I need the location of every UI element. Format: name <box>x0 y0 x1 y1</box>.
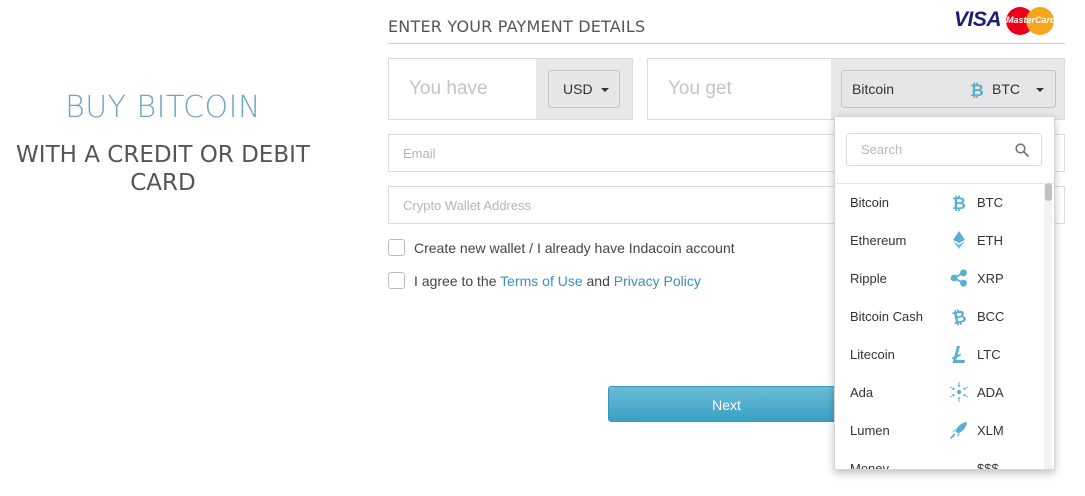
you-get-input[interactable]: You get <box>668 78 732 100</box>
hero-subtitle: WITH A CREDIT OR DEBIT CARD <box>16 142 310 196</box>
bitcoin-cash-icon: ₿ <box>949 306 969 329</box>
currency-option[interactable]: Ada ADA <box>835 373 1045 411</box>
ripple-icon <box>949 268 969 288</box>
currency-option[interactable]: Ripple XRP <box>835 259 1045 297</box>
dropdown-search <box>846 133 1042 166</box>
currency-option-name: Bitcoin <box>850 195 890 210</box>
search-icon <box>1015 143 1029 157</box>
hero-title: BUY BITCOIN <box>65 90 261 125</box>
currency-option-code: $$$ <box>977 461 999 470</box>
currency-option[interactable]: Litecoin LTC <box>835 335 1045 373</box>
currency-option-code: ADA <box>977 385 1004 400</box>
visa-logo: VISA <box>953 8 1002 31</box>
agree-and: and <box>586 273 610 289</box>
currency-option[interactable]: Ethereum ETH <box>835 221 1045 259</box>
you-get-currency-area: Bitcoin ₿ BTC <box>831 59 1064 119</box>
you-have-input[interactable]: You have <box>409 78 488 100</box>
stellar-rocket-icon <box>949 420 969 440</box>
next-button[interactable]: Next <box>608 386 845 422</box>
chevron-down-icon <box>1036 88 1044 92</box>
search-input[interactable] <box>847 134 1041 165</box>
payment-header-title: ENTER YOUR PAYMENT DETAILS <box>388 17 646 36</box>
agree-checkbox[interactable] <box>388 272 405 289</box>
svg-text:₿: ₿ <box>952 194 966 212</box>
currency-option-code: XLM <box>977 423 1004 438</box>
currency-option-code: BTC <box>977 195 1003 210</box>
cardano-icon <box>949 382 969 402</box>
create-wallet-label: Create new wallet / I already have Indac… <box>414 240 735 256</box>
create-wallet-checkbox[interactable] <box>388 239 405 256</box>
svg-text:₿: ₿ <box>970 81 984 100</box>
you-get-currency-code: BTC <box>992 81 1020 97</box>
bitcoin-icon: ₿ <box>970 81 984 100</box>
chevron-down-icon <box>601 88 609 92</box>
currency-option-code: LTC <box>977 347 1001 362</box>
agree-prefix: I agree to the <box>414 273 497 289</box>
terms-link[interactable]: Terms of Use <box>500 273 582 289</box>
currency-option[interactable]: Lumen XLM <box>835 411 1045 449</box>
currency-option[interactable]: Money $$$ <box>835 449 1045 470</box>
payment-header: ENTER YOUR PAYMENT DETAILS VISA MasterCa… <box>388 7 1065 44</box>
agree-text: I agree to the Terms of Use and Privacy … <box>414 273 701 289</box>
mastercard-logo: MasterCard <box>1006 7 1056 35</box>
you-have-currency-label: USD <box>563 81 593 97</box>
currency-option-code: BCC <box>977 309 1005 324</box>
privacy-link[interactable]: Privacy Policy <box>614 273 701 289</box>
scrollbar-thumb[interactable] <box>1045 183 1052 201</box>
currency-option[interactable]: Bitcoin ₿ BTC <box>835 183 1045 221</box>
you-have-currency-area: USD <box>536 59 632 119</box>
currency-option-code: ETH <box>977 233 1003 248</box>
ethereum-icon <box>949 230 969 250</box>
bitcoin-icon: ₿ <box>949 192 969 214</box>
currency-option-code: XRP <box>977 271 1004 286</box>
currency-dropdown: Bitcoin ₿ BTC Ethereum ETH Ripple XRP Bitcoin C… <box>834 116 1055 470</box>
currency-option-name: Ripple <box>850 271 887 286</box>
svg-text:₿: ₿ <box>950 307 968 326</box>
currency-option-name: Money <box>850 461 890 470</box>
currency-option-name: Ada <box>850 385 874 400</box>
you-get-currency-name: Bitcoin <box>852 81 895 97</box>
currency-option-name: Bitcoin Cash <box>850 309 923 324</box>
dropdown-scrollbar[interactable] <box>1044 183 1052 469</box>
you-get-box: You get Bitcoin ₿ BTC <box>647 58 1065 120</box>
you-have-currency-select[interactable]: USD <box>548 70 620 108</box>
currency-option-name: Lumen <box>850 423 890 438</box>
litecoin-icon <box>949 344 969 364</box>
currency-option[interactable]: Bitcoin Cash ₿ BCC <box>835 297 1045 335</box>
you-have-box: You have USD <box>388 58 633 120</box>
currency-option-name: Litecoin <box>850 347 895 362</box>
currency-list: Bitcoin ₿ BTC Ethereum ETH Ripple XRP Bitcoin C… <box>835 183 1045 470</box>
currency-option-name: Ethereum <box>850 233 907 248</box>
you-get-currency-select[interactable]: Bitcoin ₿ BTC <box>841 70 1056 108</box>
